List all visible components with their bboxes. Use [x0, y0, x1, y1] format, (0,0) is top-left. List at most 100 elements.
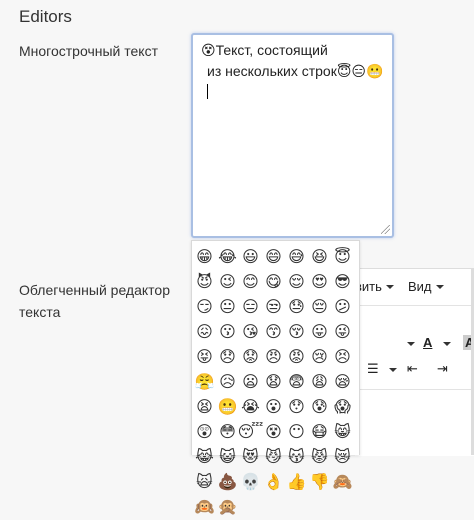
- emoji-item[interactable]: 😖: [193, 320, 216, 345]
- emoji-item[interactable]: 🙈: [331, 470, 354, 495]
- emoji-item[interactable]: 😛: [308, 320, 331, 345]
- emoji-item[interactable]: 😼: [262, 445, 285, 470]
- editor-menubar: вить Вид: [355, 269, 474, 306]
- emoji-item[interactable]: 😍: [308, 270, 331, 295]
- emoji-item[interactable]: 😈: [193, 270, 216, 295]
- menu-view[interactable]: Вид: [408, 279, 444, 294]
- emoji-item[interactable]: 😦: [239, 370, 262, 395]
- textarea-line-2-wrap: из нескольких строк😇😑😬: [201, 61, 384, 103]
- emoji-item[interactable]: 😉: [216, 270, 239, 295]
- indent-icon[interactable]: ⇥: [437, 361, 448, 377]
- emoji-item[interactable]: 😧: [262, 370, 285, 395]
- menu-view-label: Вид: [408, 279, 432, 294]
- emoji-picker: 😁 😂 😃 😄 😅 😆 😇 😈 😉 😊 😋 😌 😍 😎 😏 😐 😑 😒 😓 😔 😕 😖 😗 😘 😙 😚 😛 😜 😝 😞 😟 😠 😡 😢 😣 😤 😥 😦 😧 😨…: [191, 240, 360, 515]
- list-icon[interactable]: ☰: [367, 361, 379, 377]
- emoji-item[interactable]: 😵: [262, 420, 285, 445]
- emoji-item[interactable]: 😡: [285, 345, 308, 370]
- editor-body[interactable]: [355, 389, 474, 456]
- light-editor-label: Облегченный редактор текста: [19, 282, 170, 320]
- emoji-item[interactable]: 😘: [239, 320, 262, 345]
- emoji-item[interactable]: 😇: [331, 245, 354, 270]
- emoji-item[interactable]: 😋: [262, 270, 285, 295]
- emoji-item[interactable]: 👍: [285, 470, 308, 495]
- emoji-item[interactable]: 😝: [193, 345, 216, 370]
- emoji-item[interactable]: 😔: [308, 295, 331, 320]
- emoji-item[interactable]: 😑: [239, 295, 262, 320]
- emoji-item[interactable]: 👎: [308, 470, 331, 495]
- emoji-item[interactable]: 😷: [308, 420, 331, 445]
- emoji-item[interactable]: 😪: [331, 370, 354, 395]
- emoji-item[interactable]: 😒: [262, 295, 285, 320]
- light-editor: вить Вид A A ☰ ⇤ ⇥: [355, 268, 474, 456]
- font-color-button[interactable]: A: [423, 335, 432, 350]
- emoji-item[interactable]: 😐: [216, 295, 239, 320]
- emoji-grid: 😁 😂 😃 😄 😅 😆 😇 😈 😉 😊 😋 😌 😍 😎 😏 😐 😑 😒 😓 😔 😕 😖 😗 😘 😙 😚 😛 😜 😝 😞 😟 😠 😡 😢 😣 😤 😥 😦 😧 😨…: [192, 245, 360, 520]
- emoji-item[interactable]: 😨: [285, 370, 308, 395]
- text-caret: [207, 84, 208, 99]
- chevron-down-icon: [435, 284, 444, 289]
- chevron-down-icon: [385, 284, 394, 289]
- emoji-item[interactable]: 😕: [331, 295, 354, 320]
- emoji-item[interactable]: 😂: [216, 245, 239, 270]
- emoji-item[interactable]: 😠: [262, 345, 285, 370]
- emoji-item[interactable]: 💩: [216, 470, 239, 495]
- emoji-item[interactable]: 😴: [238, 420, 264, 445]
- emoji-item[interactable]: 😥: [216, 370, 239, 395]
- emoji-item[interactable]: 😞: [216, 345, 239, 370]
- chevron-down-icon[interactable]: [407, 342, 415, 346]
- emoji-item[interactable]: 👌: [262, 470, 285, 495]
- emoji-item[interactable]: 😽: [285, 445, 308, 470]
- emoji-item[interactable]: 😗: [216, 320, 239, 345]
- emoji-item[interactable]: 😅: [285, 245, 308, 270]
- emoji-item[interactable]: 😺: [216, 445, 239, 470]
- multiline-textarea[interactable]: 😵Текст, состоящий из нескольких строк😇😑😬: [191, 33, 394, 238]
- emoji-item[interactable]: 😌: [285, 270, 308, 295]
- emoji-item[interactable]: 😣: [331, 345, 354, 370]
- emoji-item[interactable]: 😭: [239, 395, 262, 420]
- multiline-text-label: Многострочный текст: [19, 43, 158, 59]
- emoji-item[interactable]: 😩: [308, 370, 331, 395]
- emoji-item[interactable]: 😱: [331, 395, 354, 420]
- emoji-item[interactable]: 😙: [262, 320, 285, 345]
- section-title: Editors: [19, 7, 72, 26]
- emoji-item[interactable]: 🙉: [193, 495, 216, 520]
- emoji-item[interactable]: 😬: [216, 395, 239, 420]
- chevron-down-icon[interactable]: [389, 368, 397, 372]
- textarea-line-1: 😵Текст, состоящий: [201, 42, 328, 58]
- emoji-item[interactable]: 😟: [239, 345, 262, 370]
- emoji-item[interactable]: 😯: [285, 395, 308, 420]
- emoji-item[interactable]: 😶: [285, 420, 308, 445]
- emoji-item[interactable]: 🙊: [216, 495, 239, 520]
- emoji-item[interactable]: 😚: [285, 320, 308, 345]
- resize-grip-icon[interactable]: [381, 225, 390, 234]
- emoji-item[interactable]: 😳: [216, 420, 239, 445]
- emoji-item[interactable]: 😃: [239, 245, 262, 270]
- emoji-item[interactable]: 😊: [239, 270, 262, 295]
- emoji-item[interactable]: 😻: [239, 445, 262, 470]
- emoji-item[interactable]: 😾: [308, 445, 331, 470]
- editor-toolbar-row-2: ☰ ⇤ ⇥: [355, 361, 474, 381]
- emoji-item[interactable]: 😆: [308, 245, 331, 270]
- emoji-item[interactable]: 😢: [308, 345, 331, 370]
- emoji-item[interactable]: 😸: [331, 420, 354, 445]
- outdent-icon[interactable]: ⇤: [407, 361, 418, 377]
- emoji-item[interactable]: 😹: [193, 445, 216, 470]
- emoji-item[interactable]: 😰: [308, 395, 331, 420]
- textarea-line-2: из нескольких строк😇😑😬: [207, 63, 384, 79]
- emoji-item[interactable]: 😤: [193, 370, 216, 395]
- emoji-item[interactable]: 🙀: [193, 470, 216, 495]
- emoji-item[interactable]: 😁: [193, 245, 216, 270]
- emoji-item[interactable]: 😲: [193, 420, 216, 445]
- emoji-item[interactable]: 😿: [331, 445, 354, 470]
- chevron-down-icon[interactable]: [443, 342, 451, 346]
- emoji-item[interactable]: 😜: [331, 320, 354, 345]
- emoji-item[interactable]: 😎: [331, 270, 354, 295]
- emoji-item[interactable]: 💀: [239, 470, 262, 495]
- emoji-item[interactable]: 😄: [262, 245, 285, 270]
- emoji-item[interactable]: 😮: [262, 395, 285, 420]
- editor-toolbar-row-1: A A: [355, 335, 474, 355]
- emoji-item[interactable]: 😓: [285, 295, 308, 320]
- menu-insert[interactable]: вить: [355, 279, 394, 294]
- emoji-item[interactable]: 😏: [193, 295, 216, 320]
- emoji-item[interactable]: 😫: [193, 395, 216, 420]
